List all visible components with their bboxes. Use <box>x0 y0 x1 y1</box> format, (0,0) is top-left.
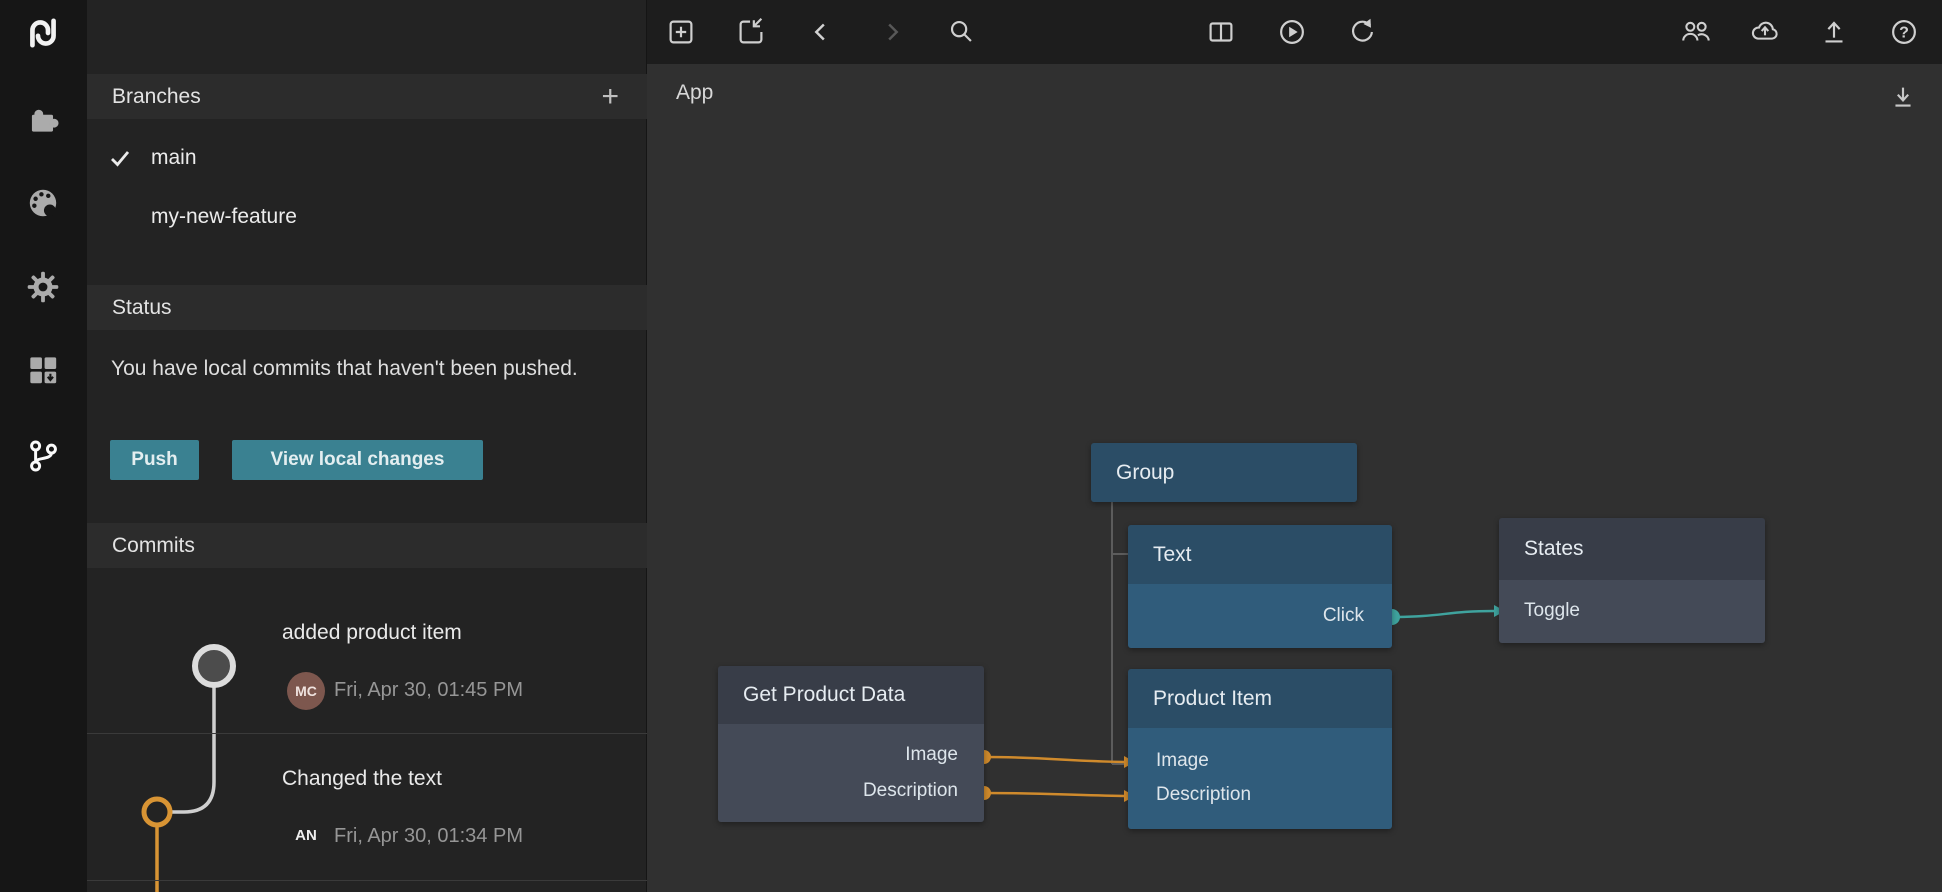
import-component-icon <box>734 15 768 49</box>
node-title: Product Item <box>1128 669 1392 728</box>
activity-bar <box>0 0 87 892</box>
node-canvas[interactable]: App Group <box>647 64 1942 892</box>
download-icon <box>1886 81 1920 115</box>
node-title: Text <box>1128 525 1392 584</box>
add-node-icon <box>664 15 698 49</box>
refresh-icon <box>1345 15 1379 49</box>
branch-label: my-new-feature <box>151 195 297 239</box>
node-states[interactable]: States Toggle <box>1499 518 1765 643</box>
canvas-toolbar: ? <box>647 0 1942 64</box>
port-description-input[interactable]: Description <box>1156 783 1251 807</box>
navigate-back-button[interactable] <box>803 14 839 50</box>
node-title: Group <box>1091 443 1357 502</box>
branch-item-main[interactable]: main <box>87 136 647 180</box>
node-get-product-data[interactable]: Get Product Data Image Description <box>718 666 984 822</box>
port-click-output[interactable]: Click <box>1323 604 1364 628</box>
sidebar-item-styles[interactable] <box>21 181 65 225</box>
navigate-forward-button[interactable] <box>874 14 910 50</box>
checkmark-icon <box>108 146 132 170</box>
add-node-button[interactable] <box>663 14 699 50</box>
download-button[interactable] <box>1886 81 1920 115</box>
refresh-button[interactable] <box>1344 14 1380 50</box>
port-image-input[interactable]: Image <box>1156 749 1209 773</box>
node-title: Get Product Data <box>718 666 984 724</box>
app-window: Branches + main my-new-feature Status Yo… <box>0 0 1942 892</box>
port-toggle-input[interactable]: Toggle <box>1524 599 1580 623</box>
play-icon <box>1275 15 1309 49</box>
port-description-output[interactable]: Description <box>863 779 958 803</box>
gear-icon <box>24 268 62 306</box>
help-button[interactable]: ? <box>1886 14 1922 50</box>
sidebar-item-version-control[interactable] <box>21 434 65 478</box>
commit-message: added product item <box>282 621 462 645</box>
sidebar-item-components[interactable] <box>21 98 65 142</box>
upload-button[interactable] <box>1816 14 1852 50</box>
node-group[interactable]: Group <box>1091 443 1357 502</box>
collaborators-button[interactable] <box>1678 14 1714 50</box>
palette-icon <box>24 184 62 222</box>
sidebar-item-settings[interactable] <box>21 265 65 309</box>
import-component-button[interactable] <box>733 14 769 50</box>
collaborators-icon <box>1679 15 1713 49</box>
modules-icon <box>24 351 62 389</box>
chevron-left-icon <box>804 15 838 49</box>
view-local-changes-button[interactable]: View local changes <box>232 440 483 480</box>
add-branch-button[interactable]: + <box>601 82 619 112</box>
cloud-deploy-icon <box>1748 15 1782 49</box>
avatar: MC <box>287 672 325 710</box>
cloud-deploy-button[interactable] <box>1747 14 1783 50</box>
search-icon <box>944 15 978 49</box>
logo-icon <box>23 13 63 53</box>
sidebar-item-marketplace[interactable] <box>21 348 65 392</box>
commit-timestamp: Fri, Apr 30, 01:45 PM <box>334 678 523 702</box>
status-message: You have local commits that haven't been… <box>111 352 591 385</box>
branches-section-header: Branches + <box>87 74 647 119</box>
branch-label: main <box>151 136 197 180</box>
node-product-item[interactable]: Product Item Image Description <box>1128 669 1392 829</box>
branches-title: Branches <box>112 85 201 109</box>
push-button[interactable]: Push <box>110 440 199 480</box>
divider <box>87 733 647 734</box>
node-title: States <box>1499 518 1765 580</box>
status-section-header: Status <box>87 285 647 330</box>
chevron-right-icon <box>875 15 909 49</box>
help-icon: ? <box>1887 15 1921 49</box>
upload-icon <box>1817 15 1851 49</box>
commit-timestamp: Fri, Apr 30, 01:34 PM <box>334 824 523 848</box>
commits-title: Commits <box>112 534 195 558</box>
split-view-button[interactable] <box>1203 14 1239 50</box>
puzzle-icon <box>24 101 62 139</box>
app-logo-icon[interactable] <box>21 11 65 55</box>
avatar: AN <box>292 824 320 848</box>
commits-section-header: Commits <box>87 523 647 568</box>
search-button[interactable] <box>943 14 979 50</box>
branch-item-my-new-feature[interactable]: my-new-feature <box>87 195 647 239</box>
divider <box>87 880 647 881</box>
svg-text:?: ? <box>1899 24 1909 42</box>
port-image-output[interactable]: Image <box>905 743 958 767</box>
split-view-icon <box>1204 15 1238 49</box>
node-text[interactable]: Text Click <box>1128 525 1392 648</box>
canvas-breadcrumb[interactable]: App <box>676 81 713 105</box>
run-preview-button[interactable] <box>1274 14 1310 50</box>
commit-message: Changed the text <box>282 767 442 791</box>
status-title: Status <box>112 296 172 320</box>
version-control-panel: Branches + main my-new-feature Status Yo… <box>87 0 647 892</box>
git-branch-icon <box>24 437 62 475</box>
